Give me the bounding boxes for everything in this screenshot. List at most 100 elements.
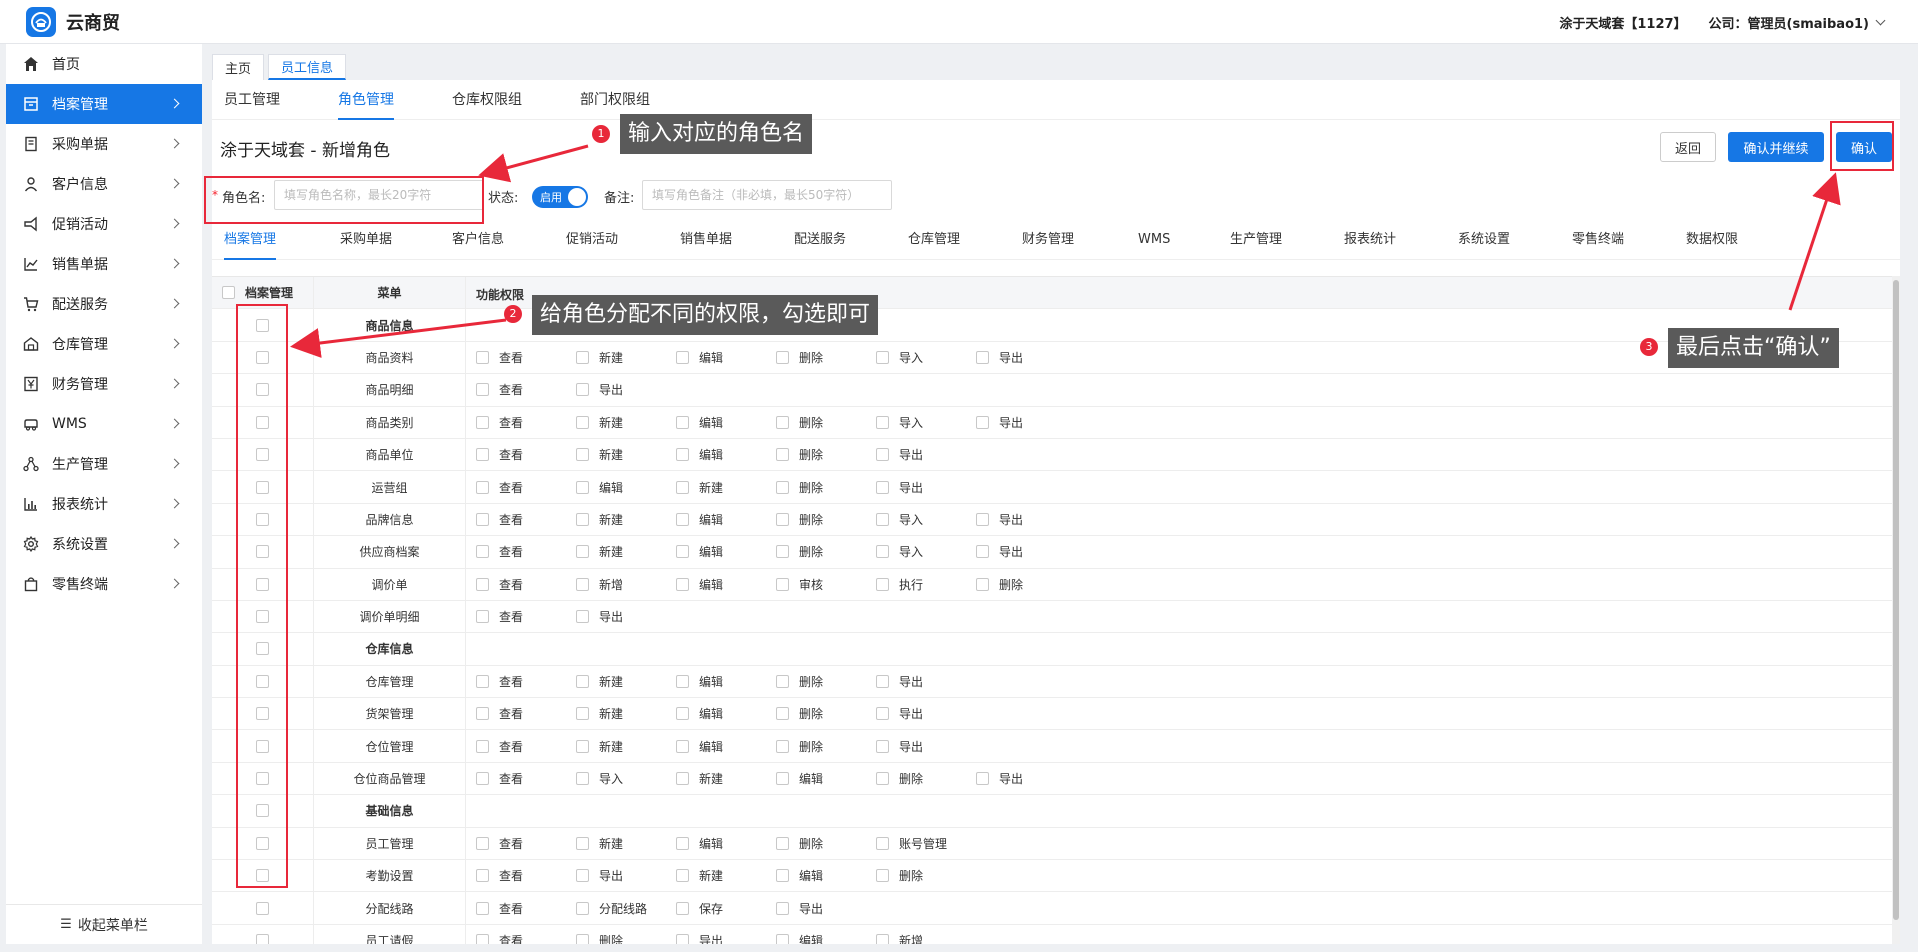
permission-option[interactable]: 查看 [476, 860, 523, 891]
vertical-scrollbar[interactable] [1892, 276, 1900, 944]
permission-option[interactable]: 导出 [576, 374, 623, 405]
permission-checkbox[interactable] [776, 545, 789, 559]
permission-checkbox[interactable] [676, 869, 689, 883]
permission-checkbox[interactable] [476, 512, 489, 526]
permission-checkbox[interactable] [876, 448, 889, 462]
permission-checkbox[interactable] [476, 707, 489, 721]
permission-checkbox[interactable] [676, 707, 689, 721]
tab-employee-info[interactable]: 员工信息 [268, 54, 347, 80]
permission-option[interactable]: 删除 [776, 471, 823, 502]
permission-option[interactable]: 删除 [776, 407, 823, 438]
permission-checkbox[interactable] [476, 901, 489, 915]
permission-checkbox[interactable] [976, 772, 989, 786]
permission-option[interactable]: 删除 [876, 860, 923, 891]
permission-option[interactable]: 导出 [576, 601, 623, 632]
permission-checkbox[interactable] [976, 350, 989, 364]
permission-option[interactable]: 查看 [476, 601, 523, 632]
permission-checkbox[interactable] [776, 869, 789, 883]
permission-option[interactable]: 删除 [776, 439, 823, 470]
permission-checkbox[interactable] [976, 415, 989, 429]
sidebar-item-1[interactable]: 档案管理 [6, 84, 202, 124]
permission-checkbox[interactable] [876, 415, 889, 429]
row-checkbox[interactable] [256, 804, 269, 818]
collapse-menu-button[interactable]: ☰ 收起菜单栏 [6, 904, 202, 944]
permission-option[interactable]: 编辑 [676, 569, 723, 600]
row-checkbox[interactable] [256, 707, 269, 721]
permission-option[interactable]: 执行 [876, 569, 923, 600]
perm-tab-3[interactable]: 促销活动 [566, 220, 618, 260]
permission-checkbox[interactable] [576, 480, 589, 494]
tab-home[interactable]: 主页 [212, 54, 265, 80]
perm-tab-7[interactable]: 财务管理 [1022, 220, 1074, 260]
permission-option[interactable]: 新建 [576, 439, 623, 470]
permission-option[interactable]: 查看 [476, 342, 523, 373]
sidebar-item-11[interactable]: 报表统计 [6, 484, 202, 524]
permission-option[interactable]: 新建 [576, 698, 623, 729]
permission-checkbox[interactable] [676, 739, 689, 753]
permission-option[interactable]: 查看 [476, 407, 523, 438]
sidebar-item-8[interactable]: 财务管理 [6, 364, 202, 404]
subtab-staff[interactable]: 员工管理 [224, 80, 280, 120]
permission-checkbox[interactable] [676, 350, 689, 364]
subtab-dept-perm[interactable]: 部门权限组 [580, 80, 650, 120]
permission-checkbox[interactable] [576, 577, 589, 591]
permission-checkbox[interactable] [576, 836, 589, 850]
permission-checkbox[interactable] [476, 836, 489, 850]
perm-tab-2[interactable]: 客户信息 [452, 220, 504, 260]
row-checkbox[interactable] [256, 934, 269, 944]
permission-option[interactable]: 编辑 [676, 439, 723, 470]
permission-option[interactable]: 分配线路 [576, 892, 647, 923]
company-selector[interactable]: 公司：管理员(smaibao1) [1709, 13, 1869, 32]
row-checkbox[interactable] [256, 318, 269, 332]
permission-option[interactable]: 新建 [576, 536, 623, 567]
permission-checkbox[interactable] [476, 739, 489, 753]
permission-option[interactable]: 新建 [676, 471, 723, 502]
permission-option[interactable]: 新增 [876, 925, 923, 944]
permission-checkbox[interactable] [676, 577, 689, 591]
permission-option[interactable]: 保存 [676, 892, 723, 923]
permission-option[interactable]: 删除 [776, 536, 823, 567]
permission-checkbox[interactable] [576, 350, 589, 364]
sidebar-item-10[interactable]: 生产管理 [6, 444, 202, 484]
permission-option[interactable]: 查看 [476, 569, 523, 600]
permission-option[interactable]: 新建 [576, 666, 623, 697]
permission-checkbox[interactable] [476, 772, 489, 786]
permission-checkbox[interactable] [876, 869, 889, 883]
permission-option[interactable]: 导出 [976, 763, 1023, 794]
subtab-roles[interactable]: 角色管理 [338, 80, 394, 120]
permission-option[interactable]: 查看 [476, 925, 523, 944]
perm-tab-13[interactable]: 数据权限 [1686, 220, 1738, 260]
row-checkbox[interactable] [256, 350, 269, 364]
permission-option[interactable]: 导出 [976, 407, 1023, 438]
permission-option[interactable]: 删除 [776, 504, 823, 535]
permission-checkbox[interactable] [576, 512, 589, 526]
row-checkbox[interactable] [256, 610, 269, 624]
permission-checkbox[interactable] [576, 383, 589, 397]
sidebar-item-9[interactable]: WMS [6, 404, 202, 444]
permission-checkbox[interactable] [476, 383, 489, 397]
permission-checkbox[interactable] [776, 707, 789, 721]
permission-checkbox[interactable] [876, 772, 889, 786]
permission-option[interactable]: 导出 [576, 860, 623, 891]
permission-option[interactable]: 删除 [576, 925, 623, 944]
permission-option[interactable]: 查看 [476, 504, 523, 535]
permission-option[interactable]: 账号管理 [876, 828, 947, 859]
permission-option[interactable]: 编辑 [676, 698, 723, 729]
permission-option[interactable]: 新建 [576, 504, 623, 535]
permission-option[interactable]: 新建 [576, 407, 623, 438]
row-checkbox[interactable] [256, 869, 269, 883]
perm-tab-11[interactable]: 系统设置 [1458, 220, 1510, 260]
permission-checkbox[interactable] [476, 480, 489, 494]
perm-tab-6[interactable]: 仓库管理 [908, 220, 960, 260]
permission-checkbox[interactable] [576, 869, 589, 883]
permission-checkbox[interactable] [876, 512, 889, 526]
row-checkbox[interactable] [256, 901, 269, 915]
perm-tab-8[interactable]: WMS [1138, 220, 1170, 260]
row-checkbox[interactable] [256, 739, 269, 753]
permission-option[interactable]: 编辑 [676, 730, 723, 761]
permission-option[interactable]: 导入 [876, 504, 923, 535]
permission-option[interactable]: 查看 [476, 698, 523, 729]
permission-checkbox[interactable] [976, 545, 989, 559]
permission-option[interactable]: 导出 [876, 730, 923, 761]
perm-tab-12[interactable]: 零售终端 [1572, 220, 1624, 260]
